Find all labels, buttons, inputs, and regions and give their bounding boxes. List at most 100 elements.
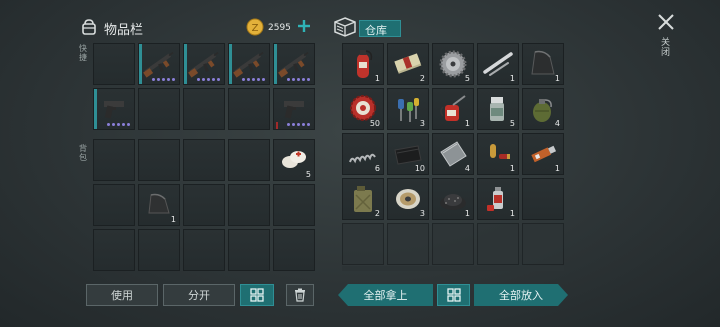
item-quantity: 2 <box>374 209 380 218</box>
rarity-bar <box>184 44 187 84</box>
coin-icon: Z <box>246 18 264 36</box>
warehouse-slot[interactable] <box>522 223 564 265</box>
backpack-slot[interactable] <box>273 184 315 226</box>
warehouse-slot-bottle-caps[interactable]: 50 <box>342 88 384 130</box>
warehouse-title: 仓库 <box>365 24 387 37</box>
take-all-button[interactable]: 全部拿上 <box>338 284 433 306</box>
quick-slot[interactable] <box>138 88 180 130</box>
warehouse-slot[interactable] <box>522 178 564 220</box>
backpack-slot-bandage[interactable]: 5 <box>273 139 315 181</box>
item-quantity: 1 <box>554 164 560 173</box>
quality-dots <box>197 78 220 81</box>
quick-slot-rifle[interactable] <box>138 43 180 85</box>
warehouse-slot-grenade[interactable]: 4 <box>522 88 564 130</box>
use-button[interactable]: 使用 <box>86 284 158 306</box>
warehouse-slot-wire-spool[interactable]: 3 <box>387 178 429 220</box>
warehouse-tab[interactable]: 仓库 <box>359 20 401 37</box>
warehouse-box-icon <box>334 17 356 37</box>
item-quantity: 1 <box>509 209 515 218</box>
warehouse-slot-pills[interactable]: 5 <box>477 88 519 130</box>
item-quantity: 50 <box>369 119 380 128</box>
backpack-slot[interactable] <box>183 184 225 226</box>
quality-dots <box>287 78 310 81</box>
coin-count: 2595 <box>268 23 291 33</box>
item-quantity: 1 <box>554 74 560 83</box>
warehouse-slot-pipe[interactable]: 1 <box>477 43 519 85</box>
warehouse-slot-plate[interactable]: 1 <box>522 43 564 85</box>
sort-backpack-button[interactable] <box>240 284 274 306</box>
sort-warehouse-button[interactable] <box>437 284 470 306</box>
inventory-title: 物品栏 <box>104 23 144 38</box>
plus-icon <box>298 20 310 32</box>
item-quantity: 1 <box>464 209 470 218</box>
warehouse-slot[interactable] <box>387 223 429 265</box>
backpack-slot[interactable] <box>138 229 180 271</box>
item-quantity: 5 <box>509 119 515 128</box>
warehouse-slot-metal-plate[interactable]: 4 <box>432 133 474 175</box>
rarity-bar <box>139 44 142 84</box>
item-quantity: 6 <box>374 164 380 173</box>
close-button[interactable]: 关闭 <box>655 12 675 76</box>
warehouse-slot-spring[interactable]: 6 <box>342 133 384 175</box>
warehouse-slot-wallet[interactable]: 10 <box>387 133 429 175</box>
close-icon <box>658 14 674 30</box>
warehouse-slot-jerrycan[interactable]: 2 <box>342 178 384 220</box>
svg-text:Z: Z <box>252 23 259 34</box>
backpack-slot[interactable] <box>183 229 225 271</box>
quick-slot-rifle[interactable] <box>228 43 270 85</box>
quality-dots <box>287 123 310 126</box>
warehouse-slot-oil-can[interactable]: 1 <box>432 88 474 130</box>
warehouse-slot[interactable] <box>342 223 384 265</box>
close-label: 关闭 <box>661 38 671 58</box>
split-button[interactable]: 分开 <box>163 284 235 306</box>
item-quantity: 3 <box>419 209 425 218</box>
warehouse-slot-cash[interactable]: 2 <box>387 43 429 85</box>
backpack-slot[interactable] <box>228 139 270 181</box>
warehouse-slot-electronics[interactable]: 3 <box>387 88 429 130</box>
quality-dots <box>107 123 130 126</box>
backpack-slot[interactable] <box>93 184 135 226</box>
add-coins-button[interactable] <box>294 16 314 36</box>
item-quantity: 5 <box>305 170 311 179</box>
warehouse-slot-gunpowder[interactable]: 1 <box>432 178 474 220</box>
warehouse-slot-ammo[interactable]: 1 <box>477 133 519 175</box>
backpack-slot[interactable] <box>93 229 135 271</box>
backpack-slot[interactable] <box>273 229 315 271</box>
quality-dots <box>242 78 265 81</box>
item-quantity: 2 <box>419 74 425 83</box>
durability-bar <box>276 122 278 129</box>
warehouse-slot-extinguisher[interactable]: 1 <box>342 43 384 85</box>
put-all-label: 全部放入 <box>499 289 543 302</box>
warehouse-slot[interactable] <box>477 223 519 265</box>
warehouse-slot-usb[interactable]: 1 <box>522 133 564 175</box>
put-all-button[interactable]: 全部放入 <box>474 284 568 306</box>
item-quantity: 4 <box>554 119 560 128</box>
grid-icon <box>250 288 264 302</box>
item-quantity: 1 <box>170 215 176 224</box>
backpack-slot-sheet[interactable]: 1 <box>138 184 180 226</box>
backpack-slot[interactable] <box>93 139 135 181</box>
quick-slot[interactable] <box>183 88 225 130</box>
backpack-icon <box>80 18 98 36</box>
warehouse-slot[interactable] <box>432 223 474 265</box>
trash-icon <box>295 288 305 302</box>
backpack-slot[interactable] <box>228 184 270 226</box>
quick-slot-pistol[interactable] <box>93 88 135 130</box>
quick-slot[interactable] <box>228 88 270 130</box>
item-quantity: 1 <box>509 164 515 173</box>
quick-slot-rifle[interactable] <box>273 43 315 85</box>
trash-button[interactable] <box>286 284 314 306</box>
backpack-slot[interactable] <box>138 139 180 181</box>
quick-slot-pistol[interactable] <box>273 88 315 130</box>
backpack-slot[interactable] <box>183 139 225 181</box>
quick-slot[interactable] <box>93 43 135 85</box>
quick-slot-label: 快捷 <box>79 44 87 62</box>
quick-slot-rifle[interactable] <box>183 43 225 85</box>
backpack-slot[interactable] <box>228 229 270 271</box>
warehouse-slot-saw-blade[interactable]: 5 <box>432 43 474 85</box>
item-quantity: 3 <box>419 119 425 128</box>
rarity-bar <box>229 44 232 84</box>
take-all-label: 全部拿上 <box>363 289 408 302</box>
warehouse-slot-spray-can[interactable]: 1 <box>477 178 519 220</box>
item-quantity: 10 <box>414 164 425 173</box>
